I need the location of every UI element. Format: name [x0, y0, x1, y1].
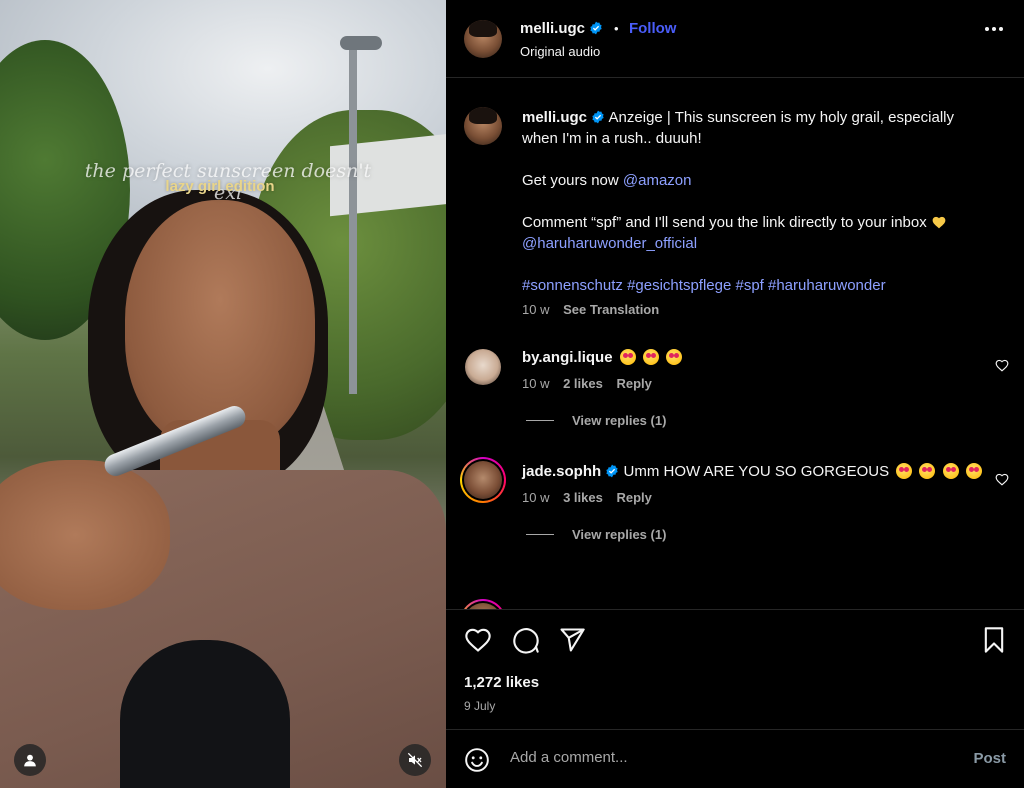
caption-line-1: Anzeige | This sunscreen is my holy grai… — [522, 109, 954, 147]
mention-amazon-link[interactable]: @amazon — [623, 172, 692, 189]
commenter-story-ring[interactable] — [460, 457, 506, 503]
post-date[interactable]: 9 July — [464, 699, 495, 713]
mention-brand-link[interactable]: @haruharuwonder_official — [522, 235, 697, 252]
heart-eyes-emoji-icon — [619, 349, 636, 365]
post-actions: 1,272 likes 9 July — [446, 609, 1024, 729]
audio-label[interactable]: Original audio — [520, 44, 600, 59]
heart-eyes-emoji-icon — [965, 463, 982, 479]
heart-eyes-emoji-icon — [919, 463, 936, 479]
view-replies-button[interactable]: View replies (1) — [526, 527, 982, 542]
share-icon[interactable] — [558, 626, 586, 654]
post-details-panel: melli.ugc • Follow Original audio melli.… — [446, 0, 1024, 788]
caption-hashtags[interactable]: #sonnenschutz #gesichtspflege #spf #haru… — [522, 277, 886, 294]
comment-likes-button[interactable]: 2 likes — [563, 376, 603, 391]
post-media[interactable]: the perfect sunscreen doesn't exi lazy g… — [0, 0, 446, 788]
likes-count[interactable]: 1,272 likes — [464, 674, 539, 691]
media-person-top — [120, 640, 290, 788]
author-avatar[interactable] — [464, 20, 502, 58]
heart-eyes-emoji-icon — [666, 349, 683, 365]
yellow-heart-icon — [932, 216, 946, 229]
tagged-users-button[interactable] — [14, 744, 46, 776]
author-username[interactable]: melli.ugc — [520, 20, 585, 37]
comment-username[interactable]: by.angi.lique — [522, 349, 613, 366]
caption-username[interactable]: melli.ugc — [522, 109, 587, 126]
post-header: melli.ugc • Follow Original audio — [446, 0, 1024, 78]
comment-bar: Post — [446, 729, 1024, 788]
media-person-hand — [0, 460, 170, 610]
comment-likes-button[interactable]: 3 likes — [563, 490, 603, 505]
comments-list[interactable]: melli.ugc Anzeige | This sunscreen is my… — [446, 79, 1024, 609]
speaker-muted-icon — [407, 752, 423, 768]
heart-icon[interactable] — [464, 627, 492, 653]
emoji-icon[interactable] — [464, 747, 490, 773]
bookmark-icon[interactable] — [982, 626, 1006, 654]
more-horizontal-icon[interactable] — [984, 26, 1004, 32]
comment-text: Umm HOW ARE YOU SO GORGEOUS — [623, 463, 890, 480]
media-lamp-pole — [349, 44, 357, 394]
reply-button[interactable]: Reply — [616, 376, 651, 391]
verified-badge-icon — [606, 464, 619, 478]
see-translation-button[interactable]: See Translation — [563, 302, 659, 317]
reply-button[interactable]: Reply — [616, 490, 651, 505]
commenter-story-ring[interactable] — [460, 599, 506, 609]
verified-badge-icon — [590, 21, 603, 35]
media-overlay-subtitle: lazy girl edition — [165, 178, 275, 195]
header-separator: • — [613, 21, 619, 36]
post-comment-button[interactable]: Post — [973, 750, 1006, 767]
caption-time: 10 w — [522, 302, 550, 317]
comment-time: 10 w — [522, 376, 550, 391]
verified-badge-icon — [592, 110, 604, 124]
comment-like-heart-icon[interactable] — [995, 359, 1009, 372]
commenter-avatar[interactable] — [465, 349, 501, 385]
comment-like-heart-icon[interactable] — [995, 473, 1009, 486]
comment-icon[interactable] — [512, 626, 540, 654]
user-icon — [24, 754, 36, 767]
commenter-avatar — [464, 461, 502, 499]
caption-author-avatar[interactable] — [464, 107, 502, 145]
heart-eyes-emoji-icon — [642, 349, 659, 365]
view-replies-button[interactable]: View replies (1) — [526, 413, 962, 428]
comment-input[interactable] — [510, 749, 940, 766]
comment-username[interactable]: jade.sophh — [522, 463, 601, 480]
heart-eyes-emoji-icon — [942, 463, 959, 479]
follow-button[interactable]: Follow — [629, 20, 677, 37]
mute-button[interactable] — [399, 744, 431, 776]
media-lamp-head — [340, 36, 382, 50]
caption-line-2: Get yours now — [522, 172, 619, 189]
heart-eyes-emoji-icon — [896, 463, 913, 479]
comment-time: 10 w — [522, 490, 550, 505]
caption-line-3: Comment “spf” and I'll send you the link… — [522, 214, 927, 231]
